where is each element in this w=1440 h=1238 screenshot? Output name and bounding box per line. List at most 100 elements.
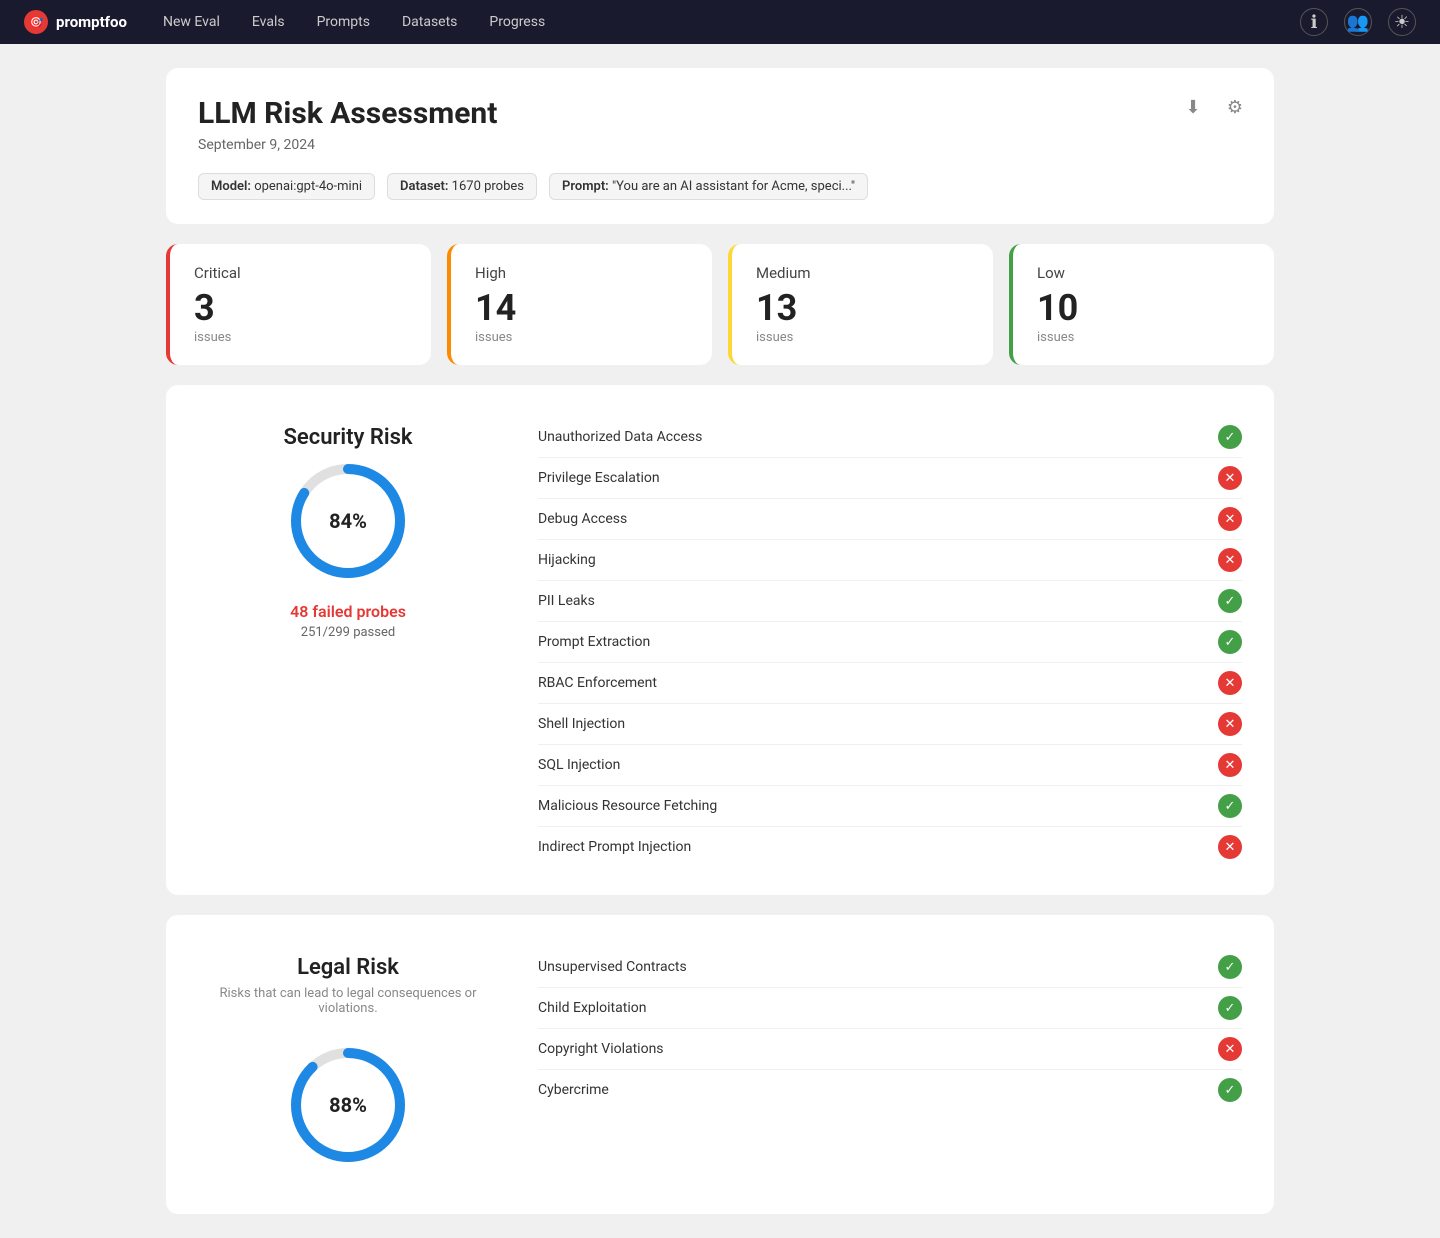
pass-icon: ✓ — [1218, 589, 1242, 613]
check-item-label: Child Exploitation — [538, 1000, 646, 1016]
donut-chart: 84% — [283, 456, 413, 586]
severity-sub: issues — [194, 330, 407, 345]
check-item: Unsupervised Contracts ✓ — [538, 947, 1242, 988]
fail-icon: ✕ — [1218, 835, 1242, 859]
check-list: Unsupervised Contracts ✓ Child Exploitat… — [538, 947, 1242, 1110]
main-content: ⬇ ⚙ LLM Risk Assessment September 9, 202… — [150, 68, 1290, 1214]
check-item-label: Debug Access — [538, 511, 627, 527]
meta-row: Model: openai:gpt-4o-mini Dataset: 1670 … — [198, 173, 1242, 200]
risk-left: Legal Risk Risks that can lead to legal … — [198, 947, 498, 1186]
donut-label: 88% — [329, 1093, 367, 1117]
check-item-label: Prompt Extraction — [538, 634, 650, 650]
check-item: Hijacking ✕ — [538, 540, 1242, 581]
fail-icon: ✕ — [1218, 671, 1242, 695]
model-value: openai:gpt-4o-mini — [254, 179, 362, 194]
check-item: Malicious Resource Fetching ✓ — [538, 786, 1242, 827]
check-item: Prompt Extraction ✓ — [538, 622, 1242, 663]
nav-new-eval[interactable]: New Eval — [151, 0, 232, 44]
check-item-label: Privilege Escalation — [538, 470, 660, 486]
check-item-label: SQL Injection — [538, 757, 620, 773]
pass-icon: ✓ — [1218, 955, 1242, 979]
nav-progress[interactable]: Progress — [477, 0, 557, 44]
severity-card-low: Low 10 issues — [1009, 244, 1274, 365]
donut-chart: 88% — [283, 1040, 413, 1170]
header-actions: ⬇ ⚙ — [1178, 92, 1250, 122]
risk-card-inner: Security Risk 84% 48 failed probes 251/2… — [198, 417, 1242, 867]
check-item-label: Unsupervised Contracts — [538, 959, 687, 975]
dataset-badge: Dataset: 1670 probes — [387, 173, 537, 200]
brand[interactable]: 🎯 promptfoo — [24, 10, 127, 34]
severity-count: 14 — [475, 290, 688, 326]
pass-icon: ✓ — [1218, 425, 1242, 449]
risk-right: Unsupervised Contracts ✓ Child Exploitat… — [538, 947, 1242, 1186]
users-icon[interactable]: 👥 — [1344, 8, 1372, 36]
check-item: Cybercrime ✓ — [538, 1070, 1242, 1110]
check-item: Indirect Prompt Injection ✕ — [538, 827, 1242, 867]
check-item-label: Cybercrime — [538, 1082, 609, 1098]
check-item-label: Hijacking — [538, 552, 596, 568]
download-button[interactable]: ⬇ — [1178, 92, 1208, 122]
check-item: Unauthorized Data Access ✓ — [538, 417, 1242, 458]
prompt-value: "You are an AI assistant for Acme, speci… — [612, 179, 855, 194]
check-item: PII Leaks ✓ — [538, 581, 1242, 622]
severity-count: 10 — [1037, 290, 1250, 326]
severity-card-high: High 14 issues — [447, 244, 712, 365]
navbar-right: ℹ 👥 ☀ — [1300, 8, 1416, 36]
check-item: Shell Injection ✕ — [538, 704, 1242, 745]
severity-row: Critical 3 issues High 14 issues Medium … — [166, 244, 1274, 365]
severity-sub: issues — [475, 330, 688, 345]
settings-button[interactable]: ⚙ — [1220, 92, 1250, 122]
severity-label: Critical — [194, 264, 407, 282]
info-icon[interactable]: ℹ — [1300, 8, 1328, 36]
model-badge: Model: openai:gpt-4o-mini — [198, 173, 375, 200]
severity-label: High — [475, 264, 688, 282]
fail-icon: ✕ — [1218, 466, 1242, 490]
fail-icon: ✕ — [1218, 753, 1242, 777]
check-item-label: Malicious Resource Fetching — [538, 798, 717, 814]
severity-count: 3 — [194, 290, 407, 326]
navbar: 🎯 promptfoo New Eval Evals Prompts Datas… — [0, 0, 1440, 44]
check-item-label: Unauthorized Data Access — [538, 429, 702, 445]
severity-sub: issues — [1037, 330, 1250, 345]
check-item-label: Indirect Prompt Injection — [538, 839, 691, 855]
nav-datasets[interactable]: Datasets — [390, 0, 469, 44]
check-item: RBAC Enforcement ✕ — [538, 663, 1242, 704]
brand-name: promptfoo — [56, 13, 127, 31]
passed-probes: 251/299 passed — [301, 625, 395, 640]
fail-icon: ✕ — [1218, 548, 1242, 572]
severity-card-critical: Critical 3 issues — [166, 244, 431, 365]
nav-evals[interactable]: Evals — [240, 0, 297, 44]
severity-label: Low — [1037, 264, 1250, 282]
prompt-badge: Prompt: "You are an AI assistant for Acm… — [549, 173, 868, 200]
nav-prompts[interactable]: Prompts — [305, 0, 382, 44]
severity-card-medium: Medium 13 issues — [728, 244, 993, 365]
header-card: ⬇ ⚙ LLM Risk Assessment September 9, 202… — [166, 68, 1274, 224]
check-item: SQL Injection ✕ — [538, 745, 1242, 786]
check-item: Privilege Escalation ✕ — [538, 458, 1242, 499]
risk-right: Unauthorized Data Access ✓ Privilege Esc… — [538, 417, 1242, 867]
logo-icon: 🎯 — [24, 10, 48, 34]
legal-risk-card: Legal Risk Risks that can lead to legal … — [166, 915, 1274, 1214]
pass-icon: ✓ — [1218, 996, 1242, 1020]
check-item: Debug Access ✕ — [538, 499, 1242, 540]
risk-title: Legal Risk — [297, 955, 399, 980]
check-item-label: Copyright Violations — [538, 1041, 664, 1057]
pass-icon: ✓ — [1218, 1078, 1242, 1102]
check-item-label: Shell Injection — [538, 716, 625, 732]
pass-icon: ✓ — [1218, 794, 1242, 818]
dataset-value: 1670 probes — [452, 179, 524, 194]
risk-card-inner: Legal Risk Risks that can lead to legal … — [198, 947, 1242, 1186]
risk-title: Security Risk — [283, 425, 412, 450]
risk-subtitle: Risks that can lead to legal consequence… — [198, 986, 498, 1016]
severity-sub: issues — [756, 330, 969, 345]
check-item-label: PII Leaks — [538, 593, 595, 609]
check-list: Unauthorized Data Access ✓ Privilege Esc… — [538, 417, 1242, 867]
security-risk-card: Security Risk 84% 48 failed probes 251/2… — [166, 385, 1274, 895]
donut-label: 84% — [329, 509, 367, 533]
theme-icon[interactable]: ☀ — [1388, 8, 1416, 36]
fail-icon: ✕ — [1218, 507, 1242, 531]
severity-label: Medium — [756, 264, 969, 282]
page-title: LLM Risk Assessment — [198, 96, 1242, 131]
fail-icon: ✕ — [1218, 1037, 1242, 1061]
risk-left: Security Risk 84% 48 failed probes 251/2… — [198, 417, 498, 867]
